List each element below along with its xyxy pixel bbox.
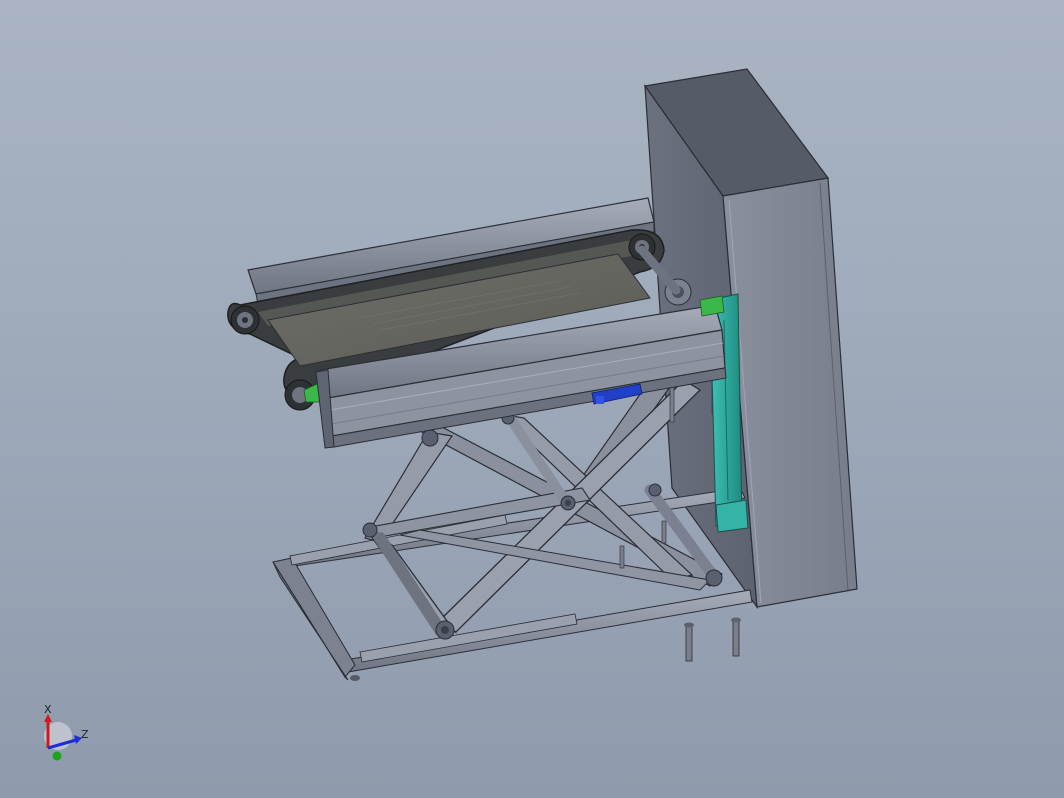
z-axis-label: Z [81, 728, 89, 741]
cad-3d-viewport[interactable]: X Z [0, 0, 1064, 798]
y-axis-dot [52, 751, 62, 761]
orientation-triad[interactable]: X Z [32, 700, 102, 770]
x-axis-label: X [44, 703, 52, 716]
roller-left-back [230, 305, 260, 335]
scissor-lift-conveyor-model[interactable] [0, 0, 1064, 798]
